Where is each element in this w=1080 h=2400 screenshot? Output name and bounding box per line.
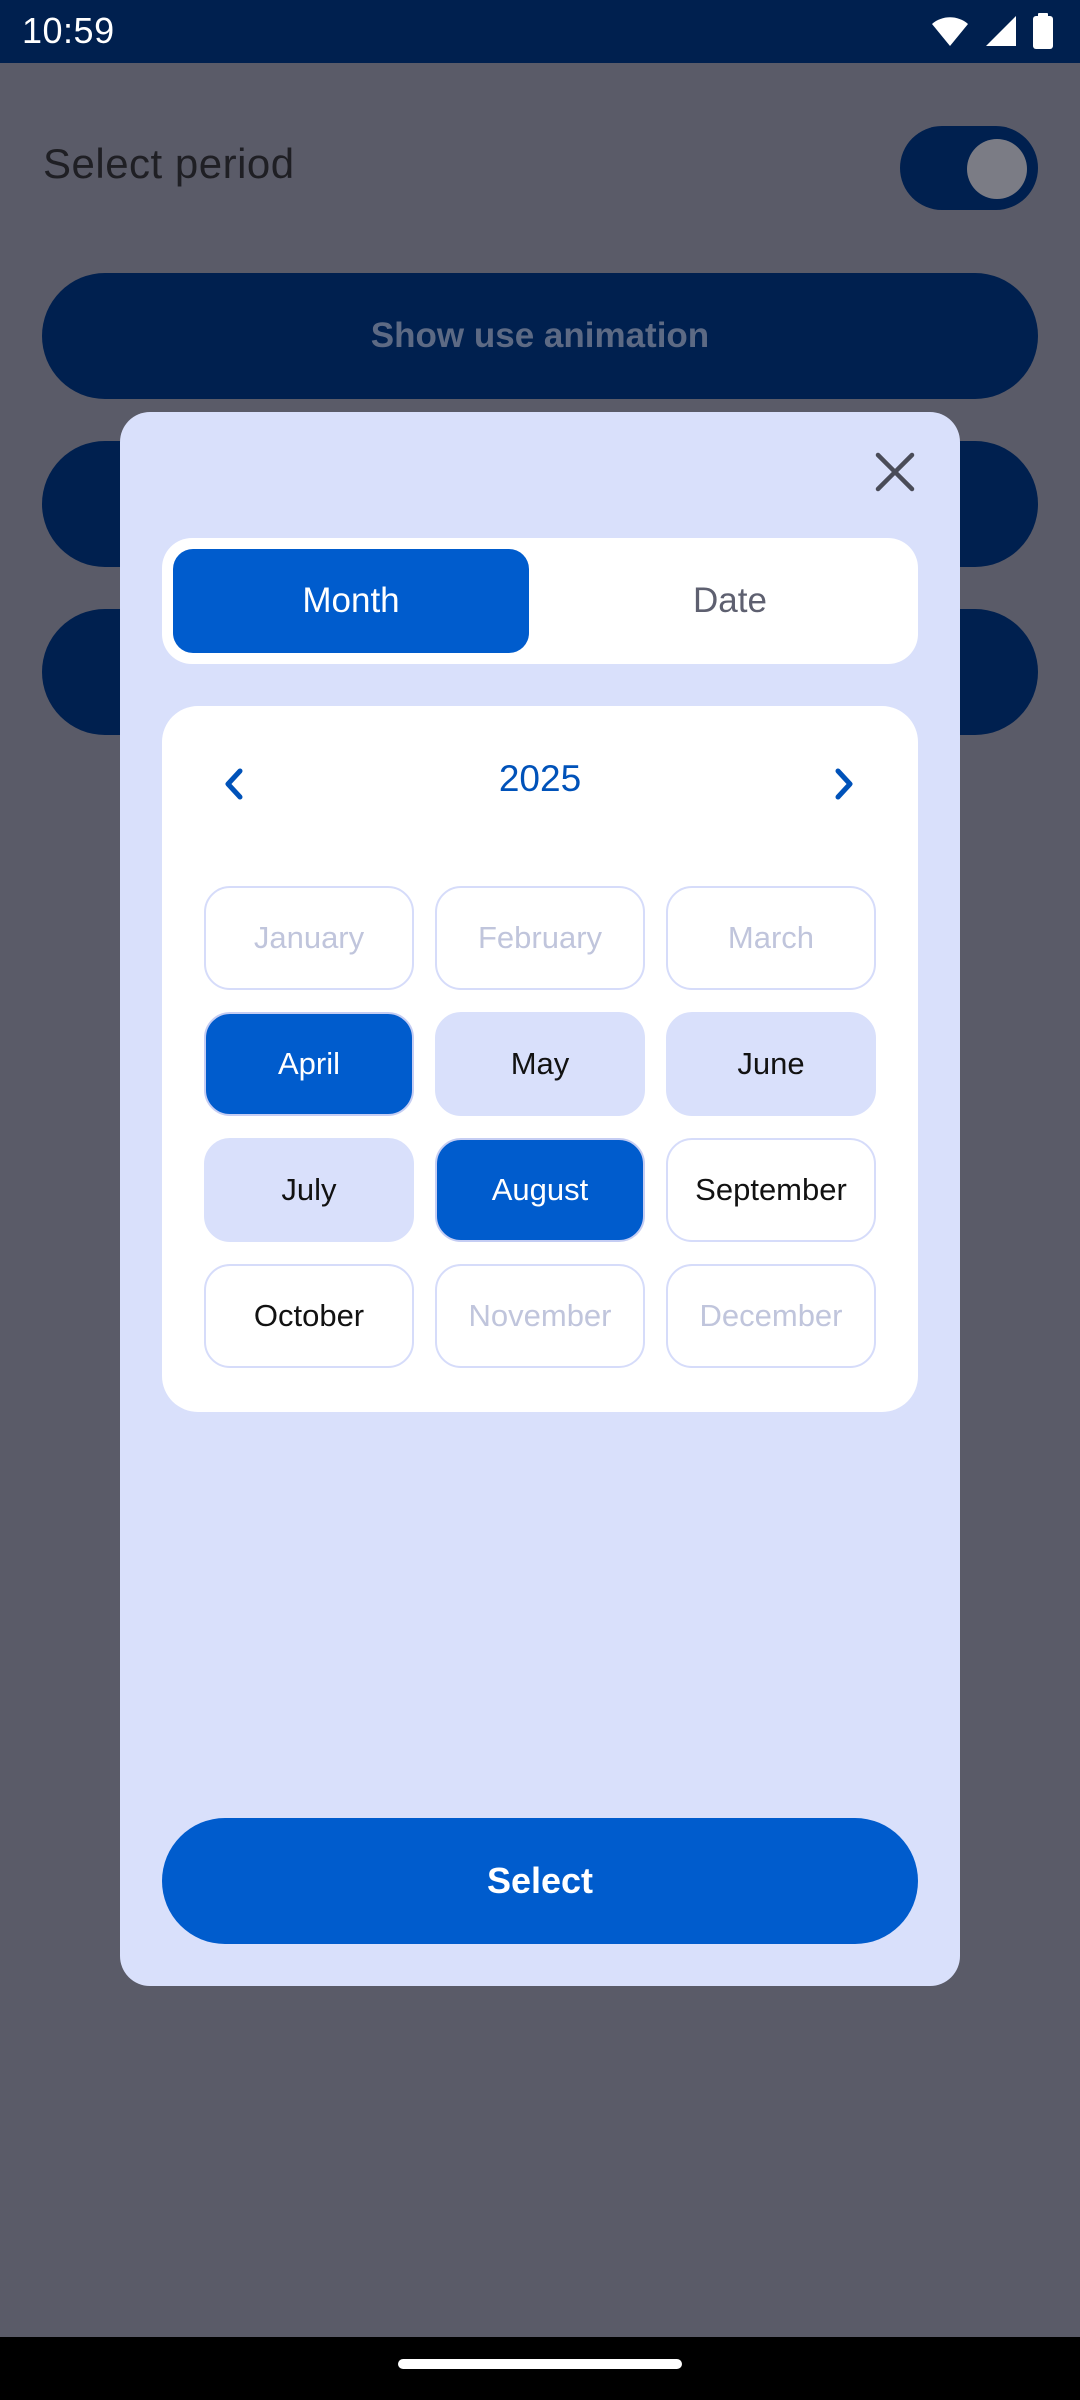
select-period-label: Select period	[43, 140, 295, 187]
close-button[interactable]	[867, 446, 923, 502]
status-time: 10:59	[22, 10, 115, 51]
battery-icon	[1032, 13, 1054, 49]
month-cell-september[interactable]: September	[666, 1138, 876, 1242]
toggle-knob	[967, 139, 1027, 199]
navigation-bar	[0, 2337, 1080, 2400]
month-cell-january[interactable]: January	[204, 886, 414, 990]
status-icons	[930, 13, 1054, 49]
chevron-right-icon	[832, 767, 856, 806]
month-cell-october[interactable]: October	[204, 1264, 414, 1368]
month-cell-may[interactable]: May	[435, 1012, 645, 1116]
tab-month[interactable]: Month	[173, 549, 529, 653]
month-cell-february[interactable]: February	[435, 886, 645, 990]
next-year-button[interactable]	[812, 754, 876, 818]
select-button[interactable]: Select	[162, 1818, 918, 1944]
month-cell-april[interactable]: April	[204, 1012, 414, 1116]
month-cell-august[interactable]: August	[435, 1138, 645, 1242]
status-bar: 10:59	[0, 0, 1080, 63]
month-cell-december[interactable]: December	[666, 1264, 876, 1368]
period-picker-dialog: Month Date 2025 January February March A…	[120, 412, 960, 1986]
mode-segmented-control: Month Date	[162, 538, 918, 664]
cellular-signal-icon	[984, 14, 1018, 48]
wifi-icon	[930, 14, 970, 48]
period-toggle[interactable]	[900, 126, 1038, 210]
close-icon	[875, 452, 915, 497]
tab-date[interactable]: Date	[552, 549, 908, 653]
month-calendar: 2025 January February March April May Ju…	[162, 706, 918, 1412]
month-cell-november[interactable]: November	[435, 1264, 645, 1368]
month-cell-march[interactable]: March	[666, 886, 876, 990]
home-indicator[interactable]	[398, 2359, 682, 2369]
month-cell-june[interactable]: June	[666, 1012, 876, 1116]
show-use-animation-button[interactable]: Show use animation	[42, 273, 1038, 399]
year-label: 2025	[498, 758, 582, 799]
month-cell-july[interactable]: July	[204, 1138, 414, 1242]
